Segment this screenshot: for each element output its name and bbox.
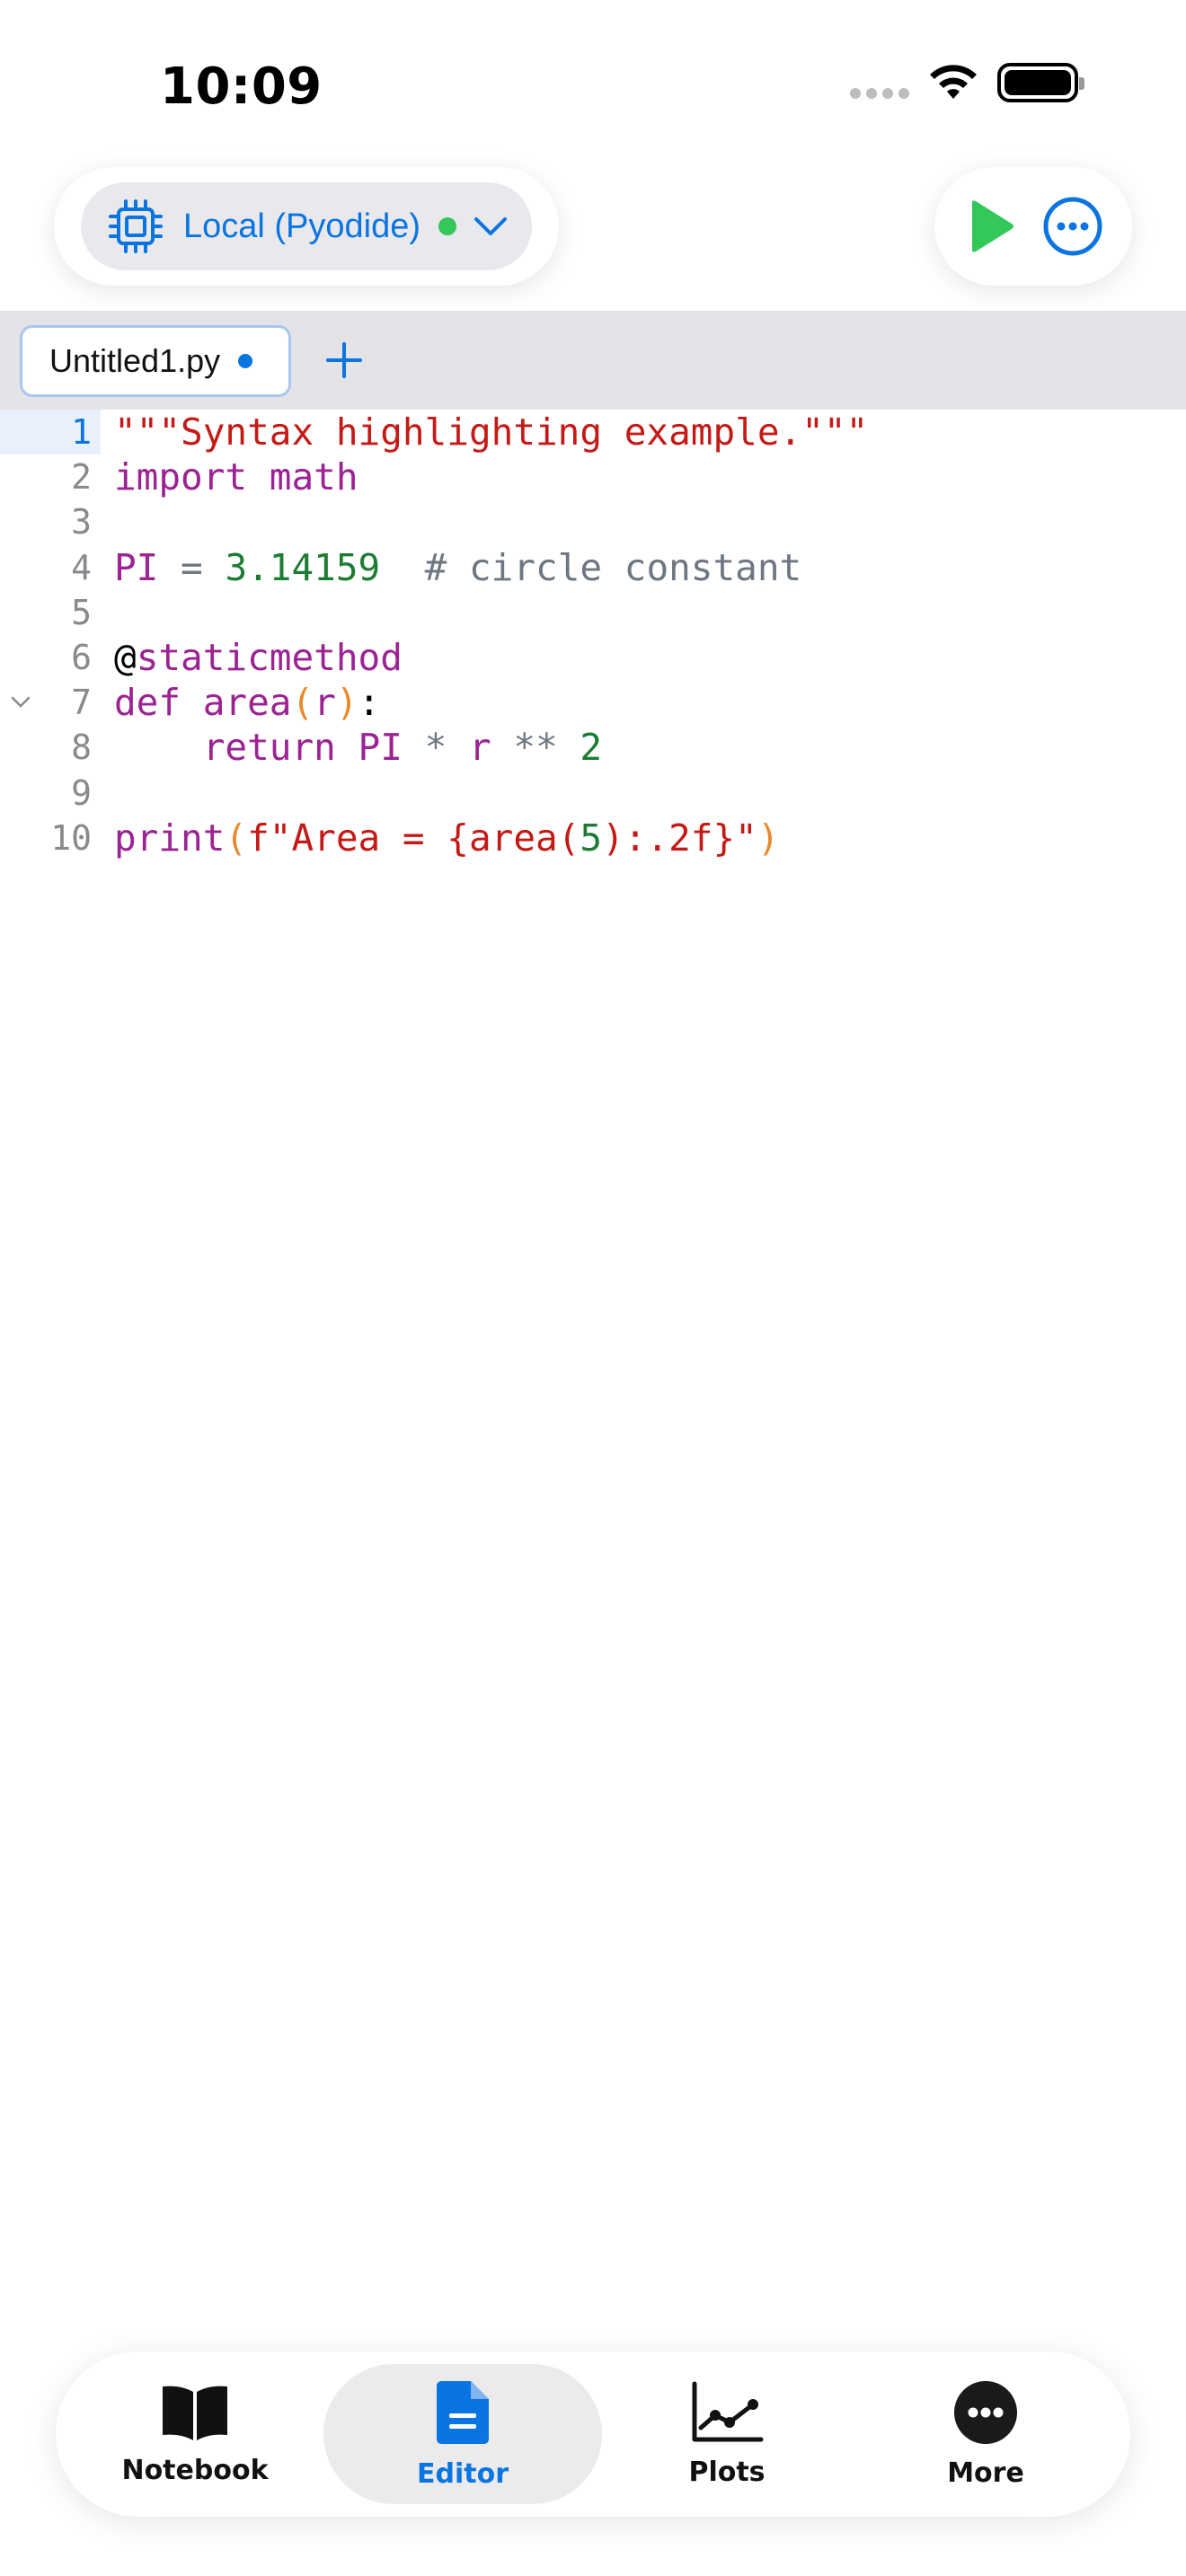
code-line[interactable]: 5 xyxy=(0,590,1186,635)
code-token: r xyxy=(314,681,336,725)
code-text: def area(r): xyxy=(114,681,380,724)
code-token: 2 xyxy=(580,726,603,770)
code-line[interactable]: 9 xyxy=(0,771,1186,816)
code-text: return PI * r ** 2 xyxy=(114,726,602,769)
book-icon xyxy=(163,2386,227,2440)
line-number: 2 xyxy=(71,457,92,498)
code-token: ):.2f}" xyxy=(602,816,757,860)
tab-untitled1[interactable]: Untitled1.py xyxy=(20,325,291,397)
toolbar-actions xyxy=(934,167,1132,286)
cpu-icon xyxy=(109,199,163,253)
tab-more[interactable]: More xyxy=(846,2364,1125,2504)
code-token: ( xyxy=(291,681,314,725)
code-line[interactable]: 8 return PI * r ** 2 xyxy=(0,725,1186,770)
code-token: def area xyxy=(114,681,292,725)
line-number: 8 xyxy=(71,728,92,768)
tab-editor-label: Editor xyxy=(417,2457,509,2490)
code-token: ** xyxy=(513,726,580,770)
add-tab-button[interactable] xyxy=(322,338,367,383)
code-token: staticmethod xyxy=(136,636,403,680)
tab-plots-label: Plots xyxy=(688,2456,766,2488)
line-number: 3 xyxy=(71,502,92,543)
code-token: f"Area = {area( xyxy=(247,816,580,860)
bottom-tab-bar: Notebook Editor Plots More xyxy=(56,2351,1130,2517)
code-token: 5 xyxy=(580,816,603,860)
document-icon xyxy=(437,2380,489,2444)
code-token: : xyxy=(358,681,381,725)
file-tabs-bar: Untitled1.py xyxy=(0,311,1186,410)
fold-chevron-icon[interactable] xyxy=(9,691,32,714)
code-token: * xyxy=(424,726,469,770)
tab-plots[interactable]: Plots xyxy=(588,2364,866,2504)
line-number: 9 xyxy=(71,772,92,813)
status-icons xyxy=(850,63,1084,102)
more-options-button[interactable] xyxy=(1041,195,1104,258)
code-text: print(f"Area = {area(5):.2f}") xyxy=(114,816,780,860)
code-line[interactable]: 7 def area(r): xyxy=(0,680,1186,725)
code-token: r xyxy=(468,726,514,770)
line-number: 6 xyxy=(71,638,92,678)
tab-label: Untitled1.py xyxy=(49,342,221,379)
cellular-signal-icon xyxy=(850,88,909,99)
line-number: 5 xyxy=(71,592,92,632)
chevron-down-icon xyxy=(474,217,508,235)
battery-icon xyxy=(997,63,1084,102)
code-token: ) xyxy=(757,816,780,860)
code-line[interactable]: 10 print(f"Area = {area(5):.2f}") xyxy=(0,816,1186,860)
code-line[interactable]: 1 """Syntax highlighting example.""" xyxy=(0,410,1186,455)
code-token: ) xyxy=(335,681,358,725)
tab-notebook-label: Notebook xyxy=(121,2454,269,2486)
code-text: PI = 3.14159 # circle constant xyxy=(114,546,801,589)
code-text: """Syntax highlighting example.""" xyxy=(114,410,868,454)
code-line[interactable]: 4 PI = 3.14159 # circle constant xyxy=(0,545,1186,590)
line-number: 1 xyxy=(71,412,92,453)
run-button[interactable] xyxy=(963,198,1017,255)
code-token: import math xyxy=(114,455,358,499)
kernel-selector[interactable]: Local (Pyodide) xyxy=(81,182,532,270)
tab-more-label: More xyxy=(947,2457,1024,2489)
code-token: ( xyxy=(225,816,248,860)
code-line[interactable]: 2 import math xyxy=(0,454,1186,499)
kernel-label: Local (Pyodide) xyxy=(183,207,421,245)
tab-notebook[interactable]: Notebook xyxy=(56,2364,334,2504)
kernel-status-dot xyxy=(438,217,457,235)
unsaved-indicator xyxy=(238,354,253,368)
ellipsis-circle-icon xyxy=(954,2380,1017,2444)
code-token: return PI xyxy=(114,726,425,770)
code-token: @ xyxy=(114,636,137,680)
wifi-icon xyxy=(930,65,977,99)
status-time: 10:09 xyxy=(160,57,323,116)
code-line[interactable]: 3 xyxy=(0,499,1186,544)
code-text: @staticmethod xyxy=(114,636,403,679)
code-token: = xyxy=(158,545,226,589)
code-line[interactable]: 6 @staticmethod xyxy=(0,635,1186,680)
code-token: # circle constant xyxy=(380,545,802,589)
code-token: 3.14159 xyxy=(225,545,381,589)
code-text: import math xyxy=(114,455,358,498)
code-token: print xyxy=(114,816,226,860)
kernel-selector-container: Local (Pyodide) xyxy=(54,167,559,286)
tab-editor[interactable]: Editor xyxy=(323,2364,602,2504)
code-token: PI xyxy=(114,545,159,589)
line-number: 4 xyxy=(71,547,92,587)
line-number: 10 xyxy=(50,817,92,858)
code-token: """Syntax highlighting example.""" xyxy=(114,410,869,454)
line-chart-icon xyxy=(692,2381,764,2441)
code-editor[interactable]: 1 """Syntax highlighting example.""" 2 impo… xyxy=(0,410,1186,860)
